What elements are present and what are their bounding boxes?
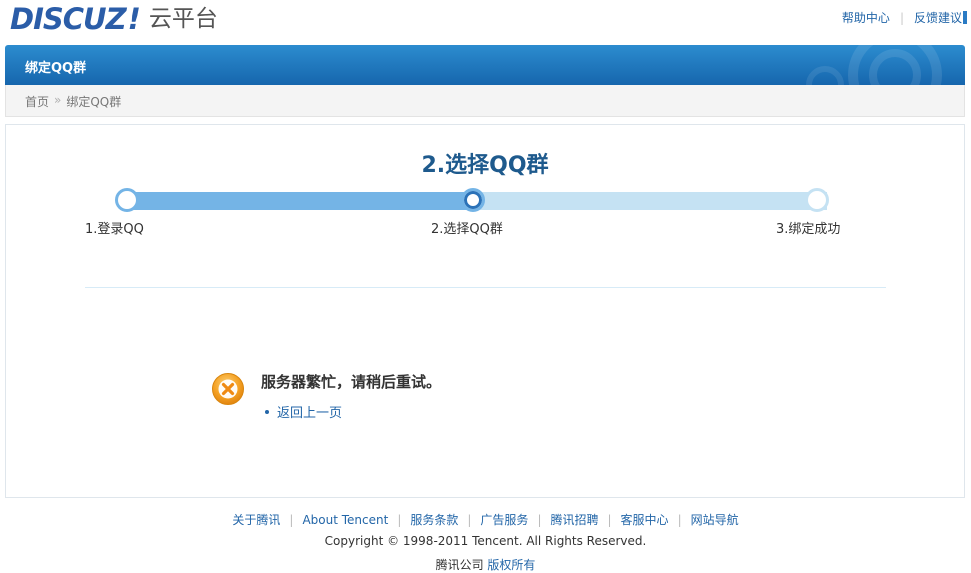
logo-subtitle: 云平台 <box>148 6 218 32</box>
footer-link-sitemap[interactable]: 网站导航 <box>691 513 739 527</box>
back-link-row: 返回上一页 <box>265 402 342 421</box>
breadcrumb-current: 绑定QQ群 <box>66 95 122 109</box>
top-header: DISCUZ! 云平台 帮助中心 | 反馈建议 <box>0 0 971 44</box>
progress-remaining <box>477 192 827 210</box>
company-name: 腾讯公司 <box>435 558 484 572</box>
footer-separator: | <box>537 513 542 527</box>
logo-bang: ! <box>127 2 141 36</box>
footer-link-service[interactable]: 客服中心 <box>621 513 669 527</box>
footer-link-about[interactable]: 关于腾讯 <box>232 513 280 527</box>
help-center-link[interactable]: 帮助中心 <box>842 9 890 26</box>
rights-link[interactable]: 版权所有 <box>487 558 535 572</box>
step-node-2 <box>461 188 485 212</box>
footer-link-about-en[interactable]: About Tencent <box>302 513 388 527</box>
progress-completed <box>127 192 477 210</box>
company-line: 腾讯公司 版权所有 <box>0 556 971 573</box>
step-label-login: 1.登录QQ <box>85 222 144 237</box>
back-link[interactable]: 返回上一页 <box>277 402 342 421</box>
bullet-icon <box>265 409 269 414</box>
footer-separator: | <box>467 513 472 527</box>
current-step-title: 2.选择QQ群 <box>421 153 549 178</box>
breadcrumb: 首页 » 绑定QQ群 <box>5 85 965 117</box>
copyright: Copyright © 1998-2011 Tencent. All Right… <box>324 534 647 548</box>
footer-separator: | <box>677 513 682 527</box>
step-label-select-group: 2.选择QQ群 <box>431 222 503 237</box>
title-bar: 绑定QQ群 <box>5 45 965 85</box>
footer-nav: 关于腾讯 | About Tencent | 服务条款 | 广告服务 | 腾讯招聘 | 客服中心 | 网… <box>0 511 971 528</box>
step-node-1 <box>115 188 139 212</box>
top-links-separator: | <box>899 10 904 25</box>
breadcrumb-arrow: » <box>54 93 62 107</box>
divider <box>85 287 886 289</box>
footer-separator: | <box>289 513 294 527</box>
page-title: 绑定QQ群 <box>25 61 87 76</box>
step-label-bind-success: 3.绑定成功 <box>776 222 841 237</box>
main-panel: 2.选择QQ群 1.登录QQ 2.选择QQ群 3.绑定成功 服务器繁忙，请稍后重… <box>5 124 965 498</box>
discuz-logo[interactable]: DISCUZ! 云平台 <box>10 1 218 35</box>
breadcrumb-home[interactable]: 首页 <box>25 93 49 116</box>
step-node-3 <box>805 188 829 212</box>
decorative-circles-icon <box>806 45 942 85</box>
error-icon <box>212 373 244 405</box>
feedback-link[interactable]: 反馈建议 <box>914 9 962 26</box>
footer-separator: | <box>397 513 402 527</box>
error-message: 服务器繁忙，请稍后重试。 <box>261 373 442 391</box>
footer-link-jobs[interactable]: 腾讯招聘 <box>550 513 598 527</box>
top-links: 帮助中心 | 反馈建议 <box>842 9 967 26</box>
footer-separator: | <box>607 513 612 527</box>
footer-link-ads[interactable]: 广告服务 <box>480 513 528 527</box>
footer-link-terms[interactable]: 服务条款 <box>410 513 458 527</box>
logo-word: DISCUZ <box>10 2 127 36</box>
scroll-indicator <box>963 11 967 24</box>
